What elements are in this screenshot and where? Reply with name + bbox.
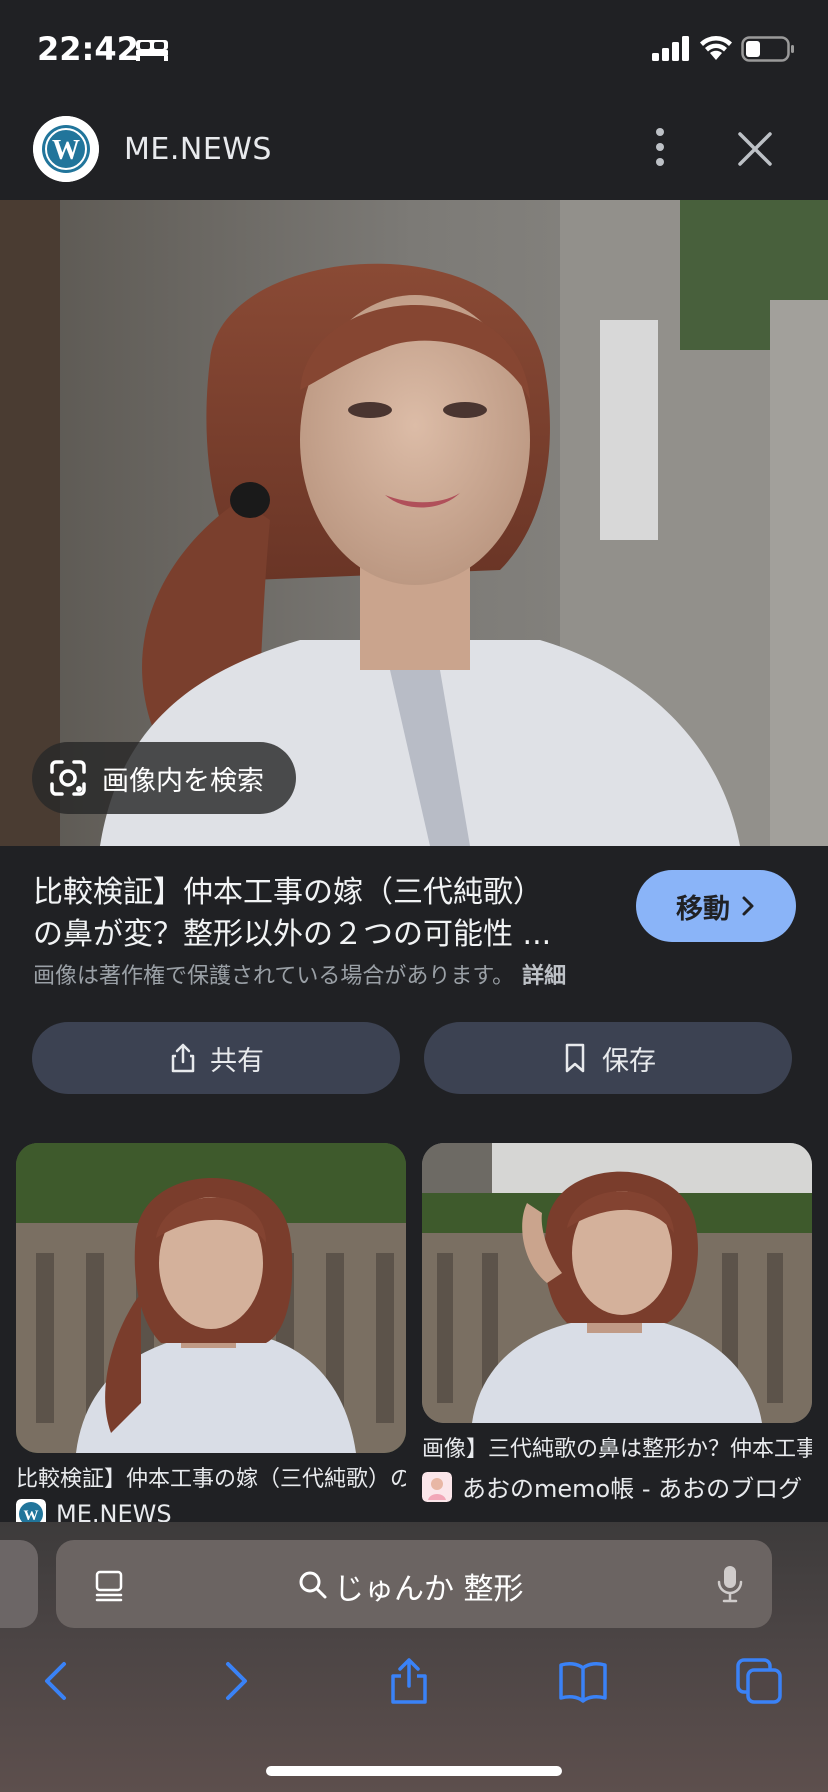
battery-icon — [741, 36, 794, 62]
search-inside-image-label: 画像内を検索 — [102, 765, 264, 797]
share-button[interactable]: 共有 — [32, 1022, 400, 1094]
chevron-right-icon — [742, 896, 754, 916]
visit-button[interactable]: 移動 — [636, 870, 796, 942]
related-source-name: あおのmemo帳 - あおのブログ — [462, 1475, 803, 1503]
cellular-signal-icon — [652, 36, 689, 61]
save-label: 保存 — [602, 1045, 656, 1077]
home-indicator[interactable] — [266, 1766, 562, 1776]
address-text[interactable]: じゅんか 整形 — [334, 1564, 524, 1608]
main-image[interactable]: 画像内を検索 — [0, 200, 828, 846]
save-button[interactable]: 保存 — [424, 1022, 792, 1094]
previous-tab-preview[interactable] — [0, 1540, 38, 1628]
source-header: W ME.NEWS — [0, 100, 828, 200]
forward-icon[interactable] — [210, 1656, 260, 1706]
search-icon — [299, 1571, 327, 1599]
status-bar: 22:42 — [0, 0, 828, 100]
details-link[interactable]: 詳細 — [522, 964, 566, 989]
share-label: 共有 — [210, 1045, 264, 1077]
wordpress-logo-icon[interactable]: W — [33, 116, 99, 182]
visit-label: 移動 — [676, 893, 730, 925]
reader-mode-icon[interactable] — [92, 1568, 126, 1604]
bed-icon — [136, 40, 168, 61]
copyright-text: 画像は著作権で保護されている場合があります。 — [33, 964, 515, 989]
bookmarks-icon[interactable] — [558, 1656, 608, 1706]
result-title[interactable]: 比較検証】仲本工事の嫁（三代純歌） の鼻が変？整形以外の２つの可能性 ... — [33, 872, 613, 956]
lens-icon — [50, 760, 86, 796]
related-result-card[interactable]: 画像】三代純歌の鼻は整形か？仲本工事の嫁 あおのmemo帳 - あおのブログ — [422, 1143, 812, 1504]
svg-text:W: W — [52, 135, 80, 166]
google-image-viewer-page: 22:42 W ME.NEWS 画像内を検索 比較検証】仲本工事の嫁（三代純歌）… — [0, 0, 828, 1792]
related-result-card[interactable]: 比較検証】仲本工事の嫁（三代純歌）の鼻が変？ W ME.NEWS — [16, 1143, 406, 1529]
related-thumbnail — [422, 1143, 812, 1423]
search-inside-image-button[interactable]: 画像内を検索 — [32, 742, 296, 814]
bookmark-icon — [565, 1043, 585, 1073]
wifi-icon — [700, 36, 732, 60]
close-icon[interactable] — [734, 128, 776, 170]
share-icon[interactable] — [384, 1656, 434, 1706]
more-vertical-icon[interactable] — [640, 122, 680, 172]
result-title-line-2: の鼻が変？整形以外の２つの可能性 ... — [33, 917, 552, 952]
status-time: 22:42 — [37, 30, 139, 68]
share-icon — [171, 1043, 195, 1073]
tabs-icon[interactable] — [734, 1656, 784, 1706]
blog-avatar-icon — [422, 1471, 452, 1502]
related-source: あおのmemo帳 - あおのブログ — [422, 1469, 812, 1504]
site-name[interactable]: ME.NEWS — [124, 132, 272, 167]
related-title: 画像】三代純歌の鼻は整形か？仲本工事の嫁 — [422, 1437, 812, 1462]
related-thumbnail — [16, 1143, 406, 1453]
safari-bottom-bar: じゅんか 整形 — [0, 1522, 828, 1792]
result-title-line-1: 比較検証】仲本工事の嫁（三代純歌） — [33, 875, 543, 910]
address-bar[interactable]: じゅんか 整形 — [56, 1540, 772, 1628]
related-title: 比較検証】仲本工事の嫁（三代純歌）の鼻が変？ — [16, 1467, 406, 1492]
microphone-icon[interactable] — [716, 1564, 744, 1604]
back-icon[interactable] — [32, 1656, 82, 1706]
copyright-note: 画像は著作権で保護されている場合があります。 詳細 — [33, 958, 566, 990]
